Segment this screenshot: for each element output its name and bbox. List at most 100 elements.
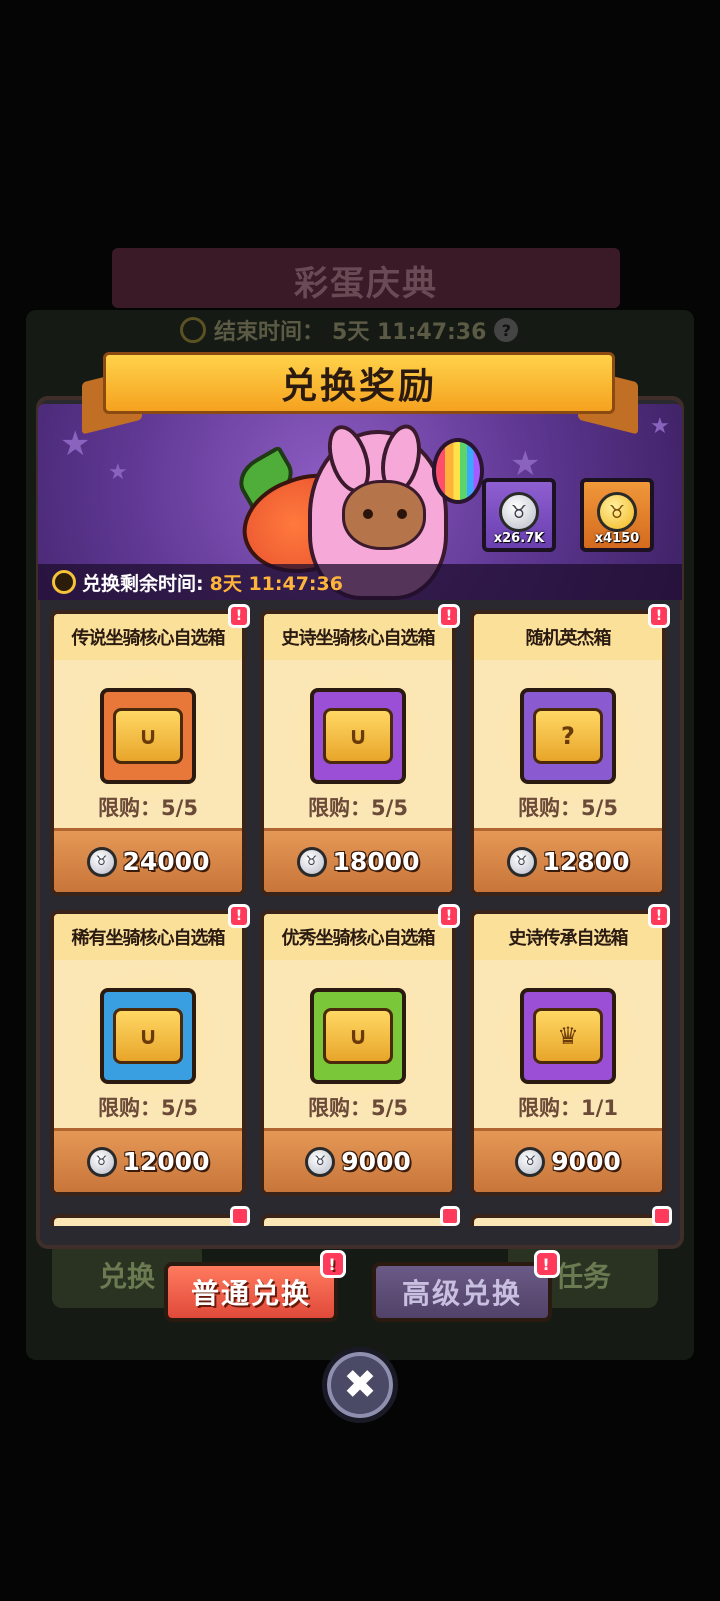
item-title-bar: 传说坐骑核心自选箱 — [54, 614, 242, 660]
item-title: 史诗坐骑核心自选箱 — [281, 628, 436, 649]
gold-bunny-coin-icon: ♉ — [597, 492, 637, 532]
tab-normal-exchange-label: 普通兑换 — [190, 1277, 311, 1310]
horseshoe-icon: ∪ — [113, 708, 183, 764]
silver-bunny-coin-icon: ♉ — [305, 1146, 336, 1177]
help-icon: ? — [494, 318, 519, 342]
item-card-partial[interactable] — [50, 1214, 246, 1226]
eye-icon — [363, 509, 373, 519]
item-title: 传说坐骑核心自选箱 — [71, 628, 226, 649]
eye-icon — [397, 509, 407, 519]
capybara-face-icon — [342, 480, 426, 550]
item-card[interactable]: 稀有坐骑核心自选箱 ∪ 限购：5/5 ♉ 12000 ! — [50, 904, 250, 1196]
item-price: 18000 — [332, 847, 420, 876]
item-limit: 限购：5/5 — [518, 796, 618, 820]
close-button[interactable]: ✖ — [322, 1347, 398, 1423]
currency-gold[interactable]: ♉ x4150 — [580, 478, 654, 552]
event-end-label: 结束时间： — [214, 320, 325, 345]
alert-badge-icon — [440, 1206, 460, 1226]
epic-legacy-chest-icon: ♛ — [520, 988, 616, 1084]
alert-badge-icon — [652, 1206, 672, 1226]
tab-normal-exchange[interactable]: 普通兑换 ! — [164, 1250, 346, 1322]
item-card-partial[interactable] — [470, 1214, 666, 1226]
random-hero-chest-icon: ? — [520, 688, 616, 784]
item-card[interactable]: 随机英杰箱 ? 限购：5/5 ♉ 12800 ! — [470, 604, 670, 896]
star-icon: ★ — [108, 460, 128, 485]
horseshoe-icon: ∪ — [113, 1008, 183, 1064]
lion-crest-icon: ♛ — [533, 1008, 603, 1064]
item-limit: 限购：5/5 — [98, 796, 198, 820]
alert-badge-icon: ! — [438, 604, 460, 628]
close-icon: ✖ — [343, 1362, 377, 1408]
alert-badge-icon: ! — [438, 904, 460, 928]
item-title-bar: 史诗坐骑核心自选箱 — [264, 614, 452, 660]
item-card[interactable]: 史诗传承自选箱 ♛ 限购：1/1 ♉ 9000 ! — [470, 904, 670, 1196]
item-buy-button[interactable]: ♉ 12000 — [54, 1128, 242, 1192]
item-card-partial[interactable] — [260, 1214, 456, 1226]
item-buy-button[interactable]: ♉ 18000 — [264, 828, 452, 892]
item-card[interactable]: 史诗坐骑核心自选箱 ∪ 限购：5/5 ♉ 18000 ! — [260, 604, 460, 896]
item-limit: 限购：5/5 — [98, 1096, 198, 1120]
tab-advanced-exchange-label: 高级兑换 — [401, 1277, 522, 1310]
currency-silver[interactable]: ♉ x26.7K — [482, 478, 556, 552]
item-grid: 传说坐骑核心自选箱 ∪ 限购：5/5 ♉ 24000 ! 史诗坐骑核心自选箱 ∪… — [44, 604, 676, 1224]
item-card[interactable]: 优秀坐骑核心自选箱 ∪ 限购：5/5 ♉ 9000 ! — [260, 904, 460, 1196]
silver-bunny-coin-icon: ♉ — [86, 1146, 117, 1177]
item-price: 12000 — [122, 1147, 210, 1176]
panel-header: 兑换奖励 — [103, 352, 615, 414]
panel-title: 兑换奖励 — [280, 366, 437, 407]
horseshoe-icon: ∪ — [323, 1008, 393, 1064]
remaining-time-label: 兑换剩余时间: — [82, 572, 204, 595]
alert-badge-icon: ! — [534, 1250, 560, 1278]
item-limit: 限购：1/1 — [518, 1096, 618, 1120]
item-card[interactable]: 传说坐骑核心自选箱 ∪ 限购：5/5 ♉ 24000 ! — [50, 604, 250, 896]
horseshoe-icon: ∪ — [323, 708, 393, 764]
clock-icon — [180, 317, 206, 343]
item-price: 9000 — [341, 1147, 411, 1176]
item-limit: 限购：5/5 — [308, 1096, 408, 1120]
tab-advanced-exchange[interactable]: 高级兑换 ! — [372, 1250, 560, 1322]
item-buy-button[interactable]: ♉ 12800 — [474, 828, 662, 892]
alert-badge-icon: ! — [320, 1250, 346, 1278]
event-banner: 彩蛋庆典 — [112, 248, 620, 308]
item-buy-button[interactable]: ♉ 24000 — [54, 828, 242, 892]
item-title: 优秀坐骑核心自选箱 — [281, 928, 436, 949]
item-title-bar: 随机英杰箱 — [474, 614, 662, 660]
item-title-bar: 稀有坐骑核心自选箱 — [54, 914, 242, 960]
silver-bunny-coin-icon: ♉ — [499, 492, 539, 532]
silver-bunny-coin-icon: ♉ — [296, 846, 327, 877]
silver-bunny-coin-icon: ♉ — [515, 1146, 546, 1177]
currency-silver-amount: x26.7K — [493, 531, 545, 546]
rainbow-egg-icon — [432, 438, 484, 504]
stopwatch-icon — [52, 570, 76, 594]
item-limit: 限购：5/5 — [308, 796, 408, 820]
remaining-time-value: 8天 11:47:36 — [209, 572, 343, 595]
legendary-mount-chest-icon: ∪ — [100, 688, 196, 784]
question-mark-icon: ? — [533, 708, 603, 764]
item-title: 史诗传承自选箱 — [508, 928, 629, 949]
alert-badge-icon — [230, 1206, 250, 1226]
alert-badge-icon: ! — [228, 904, 250, 928]
item-buy-button[interactable]: ♉ 9000 — [264, 1128, 452, 1192]
item-buy-button[interactable]: ♉ 9000 — [474, 1128, 662, 1192]
event-end-value: 5天 11:47:36 — [332, 320, 487, 345]
event-timer: 结束时间： 5天 11:47:36 ? — [180, 313, 540, 347]
item-price: 24000 — [122, 847, 210, 876]
item-title-bar: 优秀坐骑核心自选箱 — [264, 914, 452, 960]
alert-badge-icon: ! — [648, 904, 670, 928]
fine-mount-chest-icon: ∪ — [310, 988, 406, 1084]
item-price: 9000 — [551, 1147, 621, 1176]
item-price: 12800 — [542, 847, 630, 876]
star-icon: ★ — [650, 414, 670, 439]
item-title: 稀有坐骑核心自选箱 — [71, 928, 226, 949]
alert-badge-icon: ! — [648, 604, 670, 628]
silver-bunny-coin-icon: ♉ — [86, 846, 117, 877]
rare-mount-chest-icon: ∪ — [100, 988, 196, 1084]
epic-mount-chest-icon: ∪ — [310, 688, 406, 784]
event-title: 彩蛋庆典 — [294, 264, 438, 304]
item-title-bar: 史诗传承自选箱 — [474, 914, 662, 960]
remaining-time-bar: 兑换剩余时间: 8天 11:47:36 — [38, 564, 682, 600]
silver-bunny-coin-icon: ♉ — [506, 846, 537, 877]
item-title: 随机英杰箱 — [525, 628, 612, 649]
alert-badge-icon: ! — [228, 604, 250, 628]
currency-gold-amount: x4150 — [594, 531, 640, 546]
